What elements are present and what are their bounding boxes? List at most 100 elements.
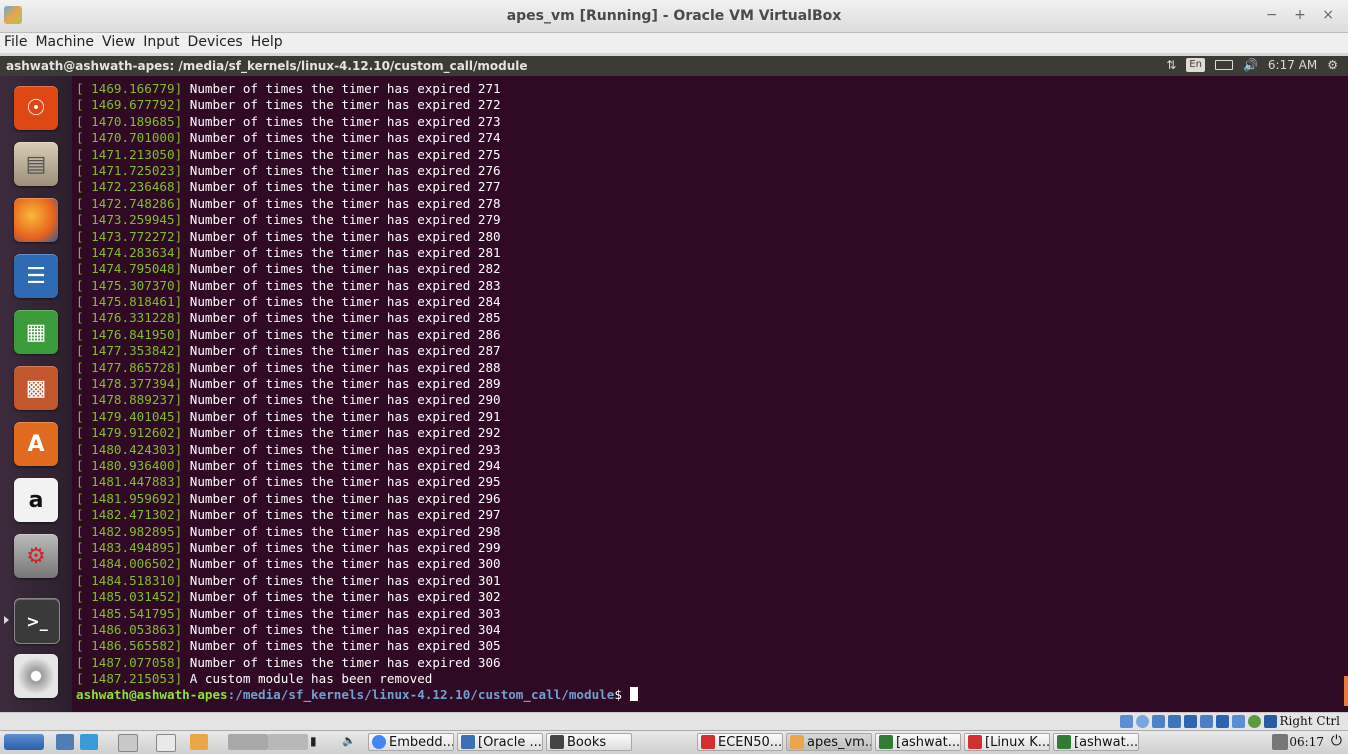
impress-icon[interactable]: ▩ <box>14 366 58 410</box>
log-message: Number of times the timer has expired 30… <box>182 621 501 637</box>
video-capture-icon[interactable] <box>1215 714 1229 728</box>
menu-help[interactable]: Help <box>247 33 287 50</box>
volume-icon[interactable]: 🔊 <box>1243 58 1258 72</box>
start-menu-icon[interactable] <box>4 734 44 750</box>
terminal-scrollbar[interactable] <box>1344 676 1348 706</box>
task-oracle[interactable]: [Oracle ... <box>457 733 543 751</box>
unity-launcher: ☉ ▤ ☰ ▦ ▩ A a ⚙ >_ <box>0 76 72 712</box>
task-linux-k[interactable]: [Linux K... <box>964 733 1050 751</box>
battery-icon[interactable] <box>1214 60 1233 70</box>
terminal-line: [ 1474.795048] Number of times the timer… <box>76 261 638 277</box>
host-taskbar: ▮ 🔈 Embedd... [Oracle ... Books ECEN50..… <box>0 730 1348 754</box>
terminal-line: [ 1484.006502] Number of times the timer… <box>76 556 638 572</box>
virtualbox-icon <box>461 735 475 749</box>
task-embedded[interactable]: Embedd... <box>368 733 454 751</box>
log-message: Number of times the timer has expired 28… <box>182 343 501 359</box>
vm-icon <box>790 735 804 749</box>
file-manager-icon[interactable] <box>80 734 98 750</box>
log-timestamp: [ 1486.565582] <box>76 638 183 654</box>
terminal-line: [ 1487.077058] Number of times the timer… <box>76 655 638 671</box>
dvd-icon[interactable] <box>14 654 58 698</box>
log-timestamp: [ 1486.053863] <box>76 621 183 637</box>
guest-clock[interactable]: 6:17 AM <box>1268 58 1317 72</box>
keyboard-capture-icon[interactable] <box>1263 714 1277 728</box>
log-message: Number of times the timer has expired 29… <box>182 408 501 424</box>
log-timestamp: [ 1484.006502] <box>76 556 183 572</box>
vbox-titlebar: apes_vm [Running] - Oracle VM VirtualBox… <box>0 0 1348 33</box>
terminal-line: [ 1485.541795] Number of times the timer… <box>76 606 638 622</box>
log-timestamp: [ 1473.772272] <box>76 228 183 244</box>
host-key-label: Right Ctrl <box>1279 714 1341 728</box>
task-apes-vm[interactable]: apes_vm... <box>786 733 872 751</box>
log-message: A custom module has been removed <box>182 671 433 687</box>
task-books[interactable]: Books <box>546 733 632 751</box>
terminal-line: [ 1471.725023] Number of times the timer… <box>76 163 638 179</box>
workspace-2[interactable] <box>268 734 308 750</box>
prompt-symbol: $ <box>614 687 630 703</box>
system-settings-icon[interactable]: ⚙ <box>14 534 58 578</box>
shared-folder-icon[interactable] <box>1183 714 1197 728</box>
log-timestamp: [ 1476.841950] <box>76 326 183 342</box>
window-controls[interactable]: − + × <box>1266 7 1340 23</box>
usb-icon[interactable] <box>1167 714 1181 728</box>
terminal-line: [ 1480.936400] Number of times the timer… <box>76 458 638 474</box>
network-adapter-icon[interactable] <box>1151 714 1165 728</box>
terminal-line: [ 1479.912602] Number of times the timer… <box>76 425 638 441</box>
workspace-1[interactable] <box>228 734 268 750</box>
menu-devices[interactable]: Devices <box>184 33 247 50</box>
terminal-line: [ 1478.377394] Number of times the timer… <box>76 376 638 392</box>
amazon-icon[interactable]: a <box>14 478 58 522</box>
chrome-launcher-icon[interactable] <box>156 734 176 752</box>
log-timestamp: [ 1475.818461] <box>76 294 183 310</box>
tray-clipboard-icon[interactable] <box>1272 734 1288 750</box>
hard-disk-icon[interactable] <box>1119 714 1133 728</box>
terminal-line: [ 1473.259945] Number of times the timer… <box>76 212 638 228</box>
prompt-path: :/media/sf_kernels/linux-4.12.10/custom_… <box>227 687 615 703</box>
log-message: Number of times the timer has expired 29… <box>182 474 501 490</box>
log-message: Number of times the timer has expired 27… <box>182 162 501 178</box>
keyboard-layout-indicator[interactable]: En <box>1186 58 1205 72</box>
log-message: Number of times the timer has expired 29… <box>182 441 501 457</box>
display-icon[interactable] <box>1199 714 1213 728</box>
log-message: Number of times the timer has expired 29… <box>182 392 501 408</box>
show-desktop-icon[interactable] <box>56 734 74 750</box>
log-timestamp: [ 1478.889237] <box>76 392 183 408</box>
task-ashwath-2[interactable]: [ashwat... <box>1053 733 1139 751</box>
task-ashwath-1[interactable]: [ashwat... <box>875 733 961 751</box>
gear-icon[interactable]: ⚙ <box>1327 58 1338 72</box>
menu-file[interactable]: File <box>0 33 31 50</box>
log-timestamp: [ 1474.283634] <box>76 244 183 260</box>
task-ecen[interactable]: ECEN50... <box>697 733 783 751</box>
cpu-icon[interactable] <box>1231 714 1245 728</box>
log-message: Number of times the timer has expired 28… <box>182 261 501 277</box>
menu-machine[interactable]: Machine <box>31 33 98 50</box>
log-timestamp: [ 1472.748286] <box>76 195 183 211</box>
virtualbox-launcher-icon[interactable] <box>190 734 208 750</box>
mouse-integration-icon[interactable] <box>1247 714 1261 728</box>
log-timestamp: [ 1479.401045] <box>76 408 183 424</box>
menu-input[interactable]: Input <box>139 33 183 50</box>
folder-icon <box>550 735 564 749</box>
terminal-line: [ 1478.889237] Number of times the timer… <box>76 392 638 408</box>
optical-drive-icon[interactable] <box>1135 714 1149 728</box>
power-icon[interactable]: ⏻ <box>1331 733 1342 749</box>
pdf-icon <box>968 735 982 749</box>
calc-icon[interactable]: ▦ <box>14 310 58 354</box>
terminal-icon[interactable]: >_ <box>14 598 60 644</box>
log-message: Number of times the timer has expired 28… <box>182 376 501 392</box>
software-center-icon[interactable]: A <box>14 422 58 466</box>
volume-icon[interactable]: 🔈 <box>342 734 364 750</box>
menu-view[interactable]: View <box>98 33 139 50</box>
log-message: Number of times the timer has expired 28… <box>182 244 501 260</box>
host-clock[interactable]: 06:17 <box>1289 735 1324 749</box>
network-icon[interactable]: ⇅ <box>1166 58 1176 72</box>
window-icon[interactable] <box>118 734 138 752</box>
files-icon[interactable]: ▤ <box>14 142 58 186</box>
terminal-prompt[interactable]: ashwath@ashwath-apes:/media/sf_kernels/l… <box>76 687 638 703</box>
terminal-line: [ 1474.283634] Number of times the timer… <box>76 245 638 261</box>
ubuntu-dash-icon[interactable]: ☉ <box>14 86 58 130</box>
firefox-icon[interactable] <box>14 198 58 242</box>
writer-icon[interactable]: ☰ <box>14 254 58 298</box>
terminal-line: [ 1481.959692] Number of times the timer… <box>76 491 638 507</box>
terminal-window[interactable]: [ 1469.166779] Number of times the timer… <box>72 76 1348 712</box>
